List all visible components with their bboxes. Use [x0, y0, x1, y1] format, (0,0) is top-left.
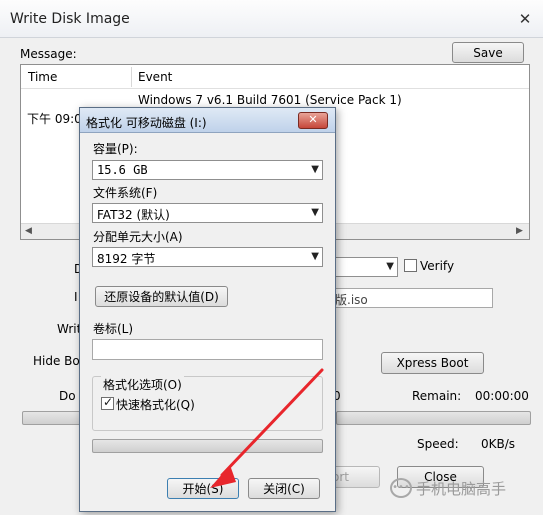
format-progress-bar [92, 439, 323, 453]
write-progress-bar-left [22, 411, 82, 425]
wechat-icon: ••• [390, 478, 412, 498]
chevron-down-icon: ▼ [311, 164, 319, 175]
close-dialog-button[interactable]: 关闭(C) [248, 478, 320, 499]
message-label: Message: [20, 47, 77, 61]
log-column-time[interactable]: Time [28, 70, 57, 84]
main-close-icon[interactable]: ✕ [515, 11, 535, 29]
main-titlebar: Write Disk Image ✕ [0, 0, 543, 38]
restore-defaults-button[interactable]: 还原设备的默认值(D) [95, 286, 228, 307]
format-dialog-title: 格式化 可移动磁盘 (I:) [86, 116, 207, 130]
capacity-value: 15.6 GB [97, 163, 148, 177]
allocation-unit-value: 8192 字节 [97, 252, 156, 266]
verify-checkbox[interactable] [404, 259, 417, 272]
volume-label-label: 卷标(L) [93, 322, 134, 336]
verify-label: Verify [420, 259, 455, 273]
capacity-select[interactable]: 15.6 GB ▼ [92, 160, 323, 180]
quick-format-label: 快速格式化(Q) [116, 398, 195, 412]
capacity-label: 容量(P): [93, 142, 138, 156]
scroll-right-icon[interactable]: ▶ [516, 226, 523, 236]
format-dialog-close-icon[interactable]: ✕ [298, 112, 328, 129]
image-file-value: 版.iso [335, 293, 368, 307]
log-header: Time Event [21, 65, 529, 89]
done-label: Do [59, 389, 76, 403]
write-progress-bar [336, 411, 531, 425]
format-options-label: 格式化选项(O) [101, 376, 184, 393]
image-file-input[interactable]: 版.iso [330, 288, 493, 308]
remain-label: Remain: [412, 389, 462, 403]
volume-label-input[interactable] [92, 339, 323, 360]
main-window-title: Write Disk Image [10, 11, 130, 27]
image-file-label: I [74, 290, 78, 304]
speed-label: Speed: [417, 437, 459, 451]
watermark: ••• 手机电脑高手 [390, 476, 540, 502]
disk-drive-select[interactable]: ▼ [330, 257, 398, 277]
scroll-left-icon[interactable]: ◀ [25, 226, 32, 236]
format-dialog: 格式化 可移动磁盘 (I:) ✕ 容量(P): 15.6 GB ▼ 文件系统(F… [79, 107, 336, 512]
filesystem-value: FAT32 (默认) [97, 208, 170, 222]
filesystem-select[interactable]: FAT32 (默认) ▼ [92, 203, 323, 223]
allocation-unit-label: 分配单元大小(A) [93, 230, 183, 244]
speed-value: 0KB/s [481, 437, 516, 451]
xpress-boot-button[interactable]: Xpress Boot [381, 352, 484, 374]
log-column-event[interactable]: Event [138, 70, 172, 84]
log-column-separator [131, 67, 132, 87]
remain-value: 00:00:00 [475, 389, 529, 403]
format-dialog-titlebar: 格式化 可移动磁盘 (I:) ✕ [80, 108, 335, 133]
start-button[interactable]: 开始(S) [167, 478, 239, 499]
save-button[interactable]: Save [452, 42, 524, 63]
allocation-unit-select[interactable]: 8192 字节 ▼ [92, 247, 323, 267]
quick-format-checkbox[interactable] [101, 395, 114, 410]
chevron-down-icon: ▼ [386, 261, 394, 272]
log-event-cell: Windows 7 v6.1 Build 7601 (Service Pack … [138, 93, 402, 107]
format-options-group: 格式化选项(O) 快速格式化(Q) [92, 376, 323, 431]
chevron-down-icon: ▼ [311, 251, 319, 262]
filesystem-label: 文件系统(F) [93, 186, 158, 200]
chevron-down-icon: ▼ [311, 207, 319, 218]
watermark-text: 手机电脑高手 [416, 480, 507, 498]
